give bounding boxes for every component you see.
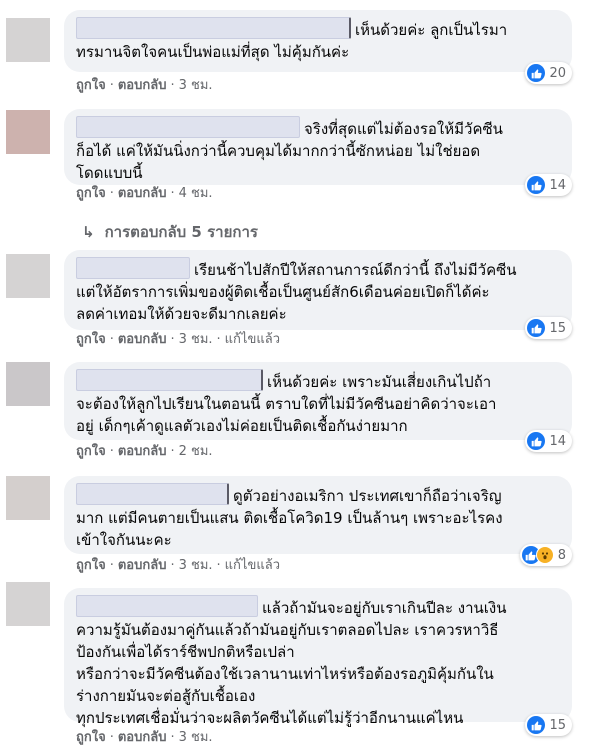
comment-bubble: เห็นด้วยค่ะ ลูกเป็นไรมา ทรมานจิตใจคนเป็น… bbox=[64, 10, 572, 72]
avatar[interactable] bbox=[6, 582, 50, 626]
comment-text-line: จริงที่สุดแต่ไม่ต้องรอให้มีวัคซีน bbox=[304, 120, 503, 138]
reaction-count: 20 bbox=[549, 65, 566, 81]
reply-link[interactable]: ตอบกลับ bbox=[118, 444, 167, 459]
comment-text-line: หรือกว่าจะมีวัคซีนต้องใช้เวลานานเท่าไหร่… bbox=[76, 665, 494, 683]
comment-actions: ถูกใจ · ตอบกลับ · 3 ชม. bbox=[76, 78, 213, 93]
timestamp[interactable]: 4 ชม. bbox=[179, 186, 213, 201]
timestamp[interactable]: 3 ชม. bbox=[179, 332, 213, 347]
comment-text-line: ร่างกายมันจะต่อสู้กับเชื้อเอง bbox=[76, 687, 256, 705]
avatar[interactable] bbox=[6, 18, 50, 62]
comment-text-line: จะต้องให้ลูกไปเรียนในตอนนี้ ตราบใดที่ไม่… bbox=[76, 395, 497, 413]
view-replies-link[interactable]: ↳ การตอบกลับ 5 รายการ bbox=[82, 220, 258, 244]
comment-actions: ถูกใจ · ตอบกลับ · 3 ชม. bbox=[76, 730, 213, 745]
commenter-name-redacted[interactable] bbox=[76, 595, 258, 617]
reaction-count: 14 bbox=[549, 433, 566, 449]
reaction-summary[interactable]: 20 bbox=[525, 62, 572, 84]
edited-label[interactable]: แก้ไขแล้ว bbox=[225, 558, 280, 573]
comment-text-line: อยู่ เด็กๆเค้าดูแลตัวเองไม่ค่อยเป็นติดเช… bbox=[76, 417, 408, 435]
avatar[interactable] bbox=[6, 476, 50, 520]
edited-label[interactable]: แก้ไขแล้ว bbox=[225, 332, 280, 347]
reaction-summary[interactable]: 15 bbox=[525, 317, 572, 339]
comment-text-line: โดดแบบนี้ bbox=[76, 164, 143, 182]
reaction-count: 8 bbox=[557, 547, 566, 563]
commenter-name-redacted[interactable] bbox=[76, 369, 263, 391]
like-reaction-icon bbox=[527, 64, 546, 82]
comment-bubble: เห็นด้วยค่ะ เพราะมันเสี่ยงเกินไปถ้า จะต้… bbox=[64, 362, 572, 440]
timestamp[interactable]: 3 ชม. bbox=[179, 558, 213, 573]
comment-text-line: มาก แต่มีคนตายเป็นแสน ติดเชื้อโควิด19 เป… bbox=[76, 509, 503, 527]
comment-bubble: ดูตัวอย่างอเมริกา ประเทศเขาก็ถือว่าเจริญ… bbox=[64, 476, 572, 554]
reply-arrow-icon: ↳ bbox=[82, 223, 95, 241]
comment-bubble: เรียนช้าไปสักปีให้สถานการณ์ดีกว่านี้ ถึง… bbox=[64, 250, 572, 330]
comment-text-line: ดูตัวอย่างอเมริกา ประเทศเขาก็ถือว่าเจริญ bbox=[233, 487, 502, 505]
comment-actions: ถูกใจ · ตอบกลับ · 4 ชม. bbox=[76, 186, 213, 201]
reaction-count: 15 bbox=[549, 320, 566, 336]
reaction-summary[interactable]: 8 bbox=[519, 544, 572, 566]
like-reaction-icon bbox=[527, 319, 546, 337]
commenter-name-redacted[interactable] bbox=[76, 116, 300, 138]
comment-text-line: ทรมานจิตใจคนเป็นพ่อแม่ที่สุด ไม่คุ้มกันค… bbox=[76, 43, 350, 61]
reply-link[interactable]: ตอบกลับ bbox=[118, 78, 167, 93]
comment-text-line: เห็นด้วยค่ะ เพราะมันเสี่ยงเกินไปถ้า bbox=[267, 373, 492, 391]
reply-link[interactable]: ตอบกลับ bbox=[118, 558, 167, 573]
reply-link[interactable]: ตอบกลับ bbox=[118, 730, 167, 745]
comment-bubble: จริงที่สุดแต่ไม่ต้องรอให้มีวัคซีน ก็อได้… bbox=[64, 109, 572, 185]
timestamp[interactable]: 3 ชม. bbox=[179, 730, 213, 745]
comment-text-line: แล้วถ้ามันจะอยู่กับเราเกินปีละ งานเงิน bbox=[262, 599, 507, 617]
comment-actions: ถูกใจ · ตอบกลับ · 3 ชม. · แก้ไขแล้ว bbox=[76, 558, 280, 573]
like-link[interactable]: ถูกใจ bbox=[76, 558, 106, 573]
commenter-name-redacted[interactable] bbox=[76, 17, 351, 39]
comment-text-line: ความรู้มันต้องมาคู่กันแล้วถ้ามันอยู่กับเ… bbox=[76, 621, 499, 639]
like-link[interactable]: ถูกใจ bbox=[76, 78, 106, 93]
comment-text-line: ป้องกันเพื่อได้ราร์ชีพปกติหรือเปล่า bbox=[76, 643, 295, 661]
wow-reaction-icon bbox=[535, 546, 554, 564]
comment-text-line: ก็อได้ แค่ให้มันนิ่งกว่านี้ควบคุมได้มากก… bbox=[76, 142, 481, 160]
reply-link[interactable]: ตอบกลับ bbox=[118, 186, 167, 201]
comment-actions: ถูกใจ · ตอบกลับ · 3 ชม. · แก้ไขแล้ว bbox=[76, 332, 280, 347]
comment-text-line: ทุกประเทศเชื่อมั่นว่าจะผลิตวัคซีนได้แต่ไ… bbox=[76, 709, 464, 727]
like-link[interactable]: ถูกใจ bbox=[76, 332, 106, 347]
comment-text-line: เรียนช้าไปสักปีให้สถานการณ์ดีกว่านี้ ถึง… bbox=[194, 261, 517, 279]
timestamp[interactable]: 2 ชม. bbox=[179, 444, 213, 459]
commenter-name-redacted[interactable] bbox=[76, 483, 229, 505]
avatar[interactable] bbox=[6, 362, 50, 406]
like-link[interactable]: ถูกใจ bbox=[76, 186, 106, 201]
reaction-summary[interactable]: 14 bbox=[525, 174, 572, 196]
like-link[interactable]: ถูกใจ bbox=[76, 444, 106, 459]
reaction-count: 14 bbox=[549, 177, 566, 193]
timestamp[interactable]: 3 ชม. bbox=[179, 78, 213, 93]
comment-bubble: แล้วถ้ามันจะอยู่กับเราเกินปีละ งานเงิน ค… bbox=[64, 588, 572, 727]
avatar[interactable] bbox=[6, 254, 50, 298]
like-link[interactable]: ถูกใจ bbox=[76, 730, 106, 745]
comment-actions: ถูกใจ · ตอบกลับ · 2 ชม. bbox=[76, 444, 213, 459]
like-reaction-icon bbox=[527, 716, 546, 734]
reply-link[interactable]: ตอบกลับ bbox=[118, 332, 167, 347]
reaction-count: 15 bbox=[549, 717, 566, 733]
like-reaction-icon bbox=[527, 176, 546, 194]
like-reaction-icon bbox=[527, 432, 546, 450]
commenter-name-redacted[interactable] bbox=[76, 257, 190, 279]
view-replies-label: การตอบกลับ 5 รายการ bbox=[104, 223, 258, 241]
avatar[interactable] bbox=[6, 110, 50, 154]
reaction-summary[interactable]: 14 bbox=[525, 430, 572, 452]
comment-text-line: ลดค่าเทอมให้ด้วยจะดีมากเลยค่ะ bbox=[76, 305, 287, 323]
reaction-summary[interactable]: 15 bbox=[525, 714, 572, 736]
comment-text-line: เห็นด้วยค่ะ ลูกเป็นไรมา bbox=[355, 21, 508, 39]
comment-text-line: เข้าใจกันนะคะ bbox=[76, 531, 172, 549]
comment-text-line: แต่ให้อัตราการเพิ่มของผู้ติดเชื้อเป็นศูน… bbox=[76, 283, 490, 301]
